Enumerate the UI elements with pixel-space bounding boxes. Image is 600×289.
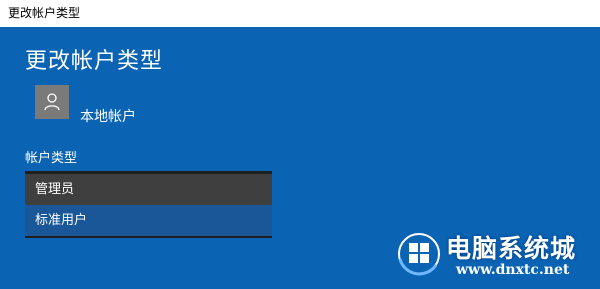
watermark: 电脑系统城 www.dnxtc.net bbox=[396, 225, 596, 285]
account-name: 本地帐户 bbox=[80, 109, 136, 125]
option-administrator[interactable]: 管理员 bbox=[25, 174, 272, 205]
page-title: 更改帐户类型 bbox=[25, 49, 164, 74]
main-content: 更改帐户类型 本地帐户 帐户类型 管理员 标准用户 电脑系统城 www.dnxt… bbox=[0, 27, 600, 289]
account-type-dropdown[interactable]: 管理员 标准用户 bbox=[25, 171, 272, 238]
watermark-url: www.dnxtc.net bbox=[456, 262, 570, 278]
user-icon bbox=[44, 93, 60, 111]
window-title: 更改帐户类型 bbox=[0, 0, 600, 27]
option-standard-user[interactable]: 标准用户 bbox=[25, 205, 272, 236]
site-logo-icon bbox=[398, 233, 440, 276]
watermark-title: 电脑系统城 bbox=[446, 234, 577, 263]
avatar bbox=[35, 85, 69, 119]
account-type-label: 帐户类型 bbox=[25, 151, 78, 166]
